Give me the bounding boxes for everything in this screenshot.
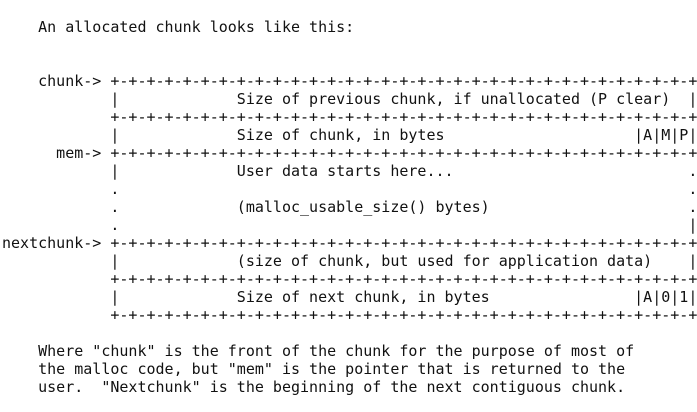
diagram-row-prev-size: | Size of previous chunk, if unallocated… <box>2 90 697 108</box>
diagram-row-border: +-+-+-+-+-+-+-+-+-+-+-+-+-+-+-+-+-+-+-+-… <box>2 270 697 288</box>
diagram-row-chunk-pointer: chunk-> +-+-+-+-+-+-+-+-+-+-+-+-+-+-+-+-… <box>2 72 697 90</box>
diagram-row-mem-pointer: mem-> +-+-+-+-+-+-+-+-+-+-+-+-+-+-+-+-+-… <box>2 144 697 162</box>
explanation-line: Where "chunk" is the front of the chunk … <box>2 342 635 360</box>
explanation-paragraph: Where "chunk" is the front of the chunk … <box>2 342 697 396</box>
diagram-row-continuation: . . <box>2 180 697 198</box>
chunk-layout-diagram: chunk-> +-+-+-+-+-+-+-+-+-+-+-+-+-+-+-+-… <box>2 72 697 324</box>
malloc-chunk-documentation: An allocated chunk looks like this: chun… <box>2 18 697 396</box>
diagram-row-nextchunk-pointer: nextchunk-> +-+-+-+-+-+-+-+-+-+-+-+-+-+-… <box>2 234 697 252</box>
diagram-row-next-size: | Size of next chunk, in bytes |A|0|1| <box>2 288 697 306</box>
diagram-row-chunk-size: | Size of chunk, in bytes |A|M|P| <box>2 126 697 144</box>
diagram-row-continuation: . | <box>2 216 697 234</box>
diagram-row-border: +-+-+-+-+-+-+-+-+-+-+-+-+-+-+-+-+-+-+-+-… <box>2 306 697 324</box>
diagram-row-app-data: | (size of chunk, but used for applicati… <box>2 252 697 270</box>
diagram-row-user-data: | User data starts here... . <box>2 162 697 180</box>
intro-text: An allocated chunk looks like this: <box>2 18 355 36</box>
diagram-row-border: +-+-+-+-+-+-+-+-+-+-+-+-+-+-+-+-+-+-+-+-… <box>2 108 697 126</box>
explanation-line: the malloc code, but "mem" is the pointe… <box>2 360 626 378</box>
diagram-row-usable-size: . (malloc_usable_size() bytes) . <box>2 198 697 216</box>
explanation-line: user. "Nextchunk" is the beginning of th… <box>2 378 626 396</box>
